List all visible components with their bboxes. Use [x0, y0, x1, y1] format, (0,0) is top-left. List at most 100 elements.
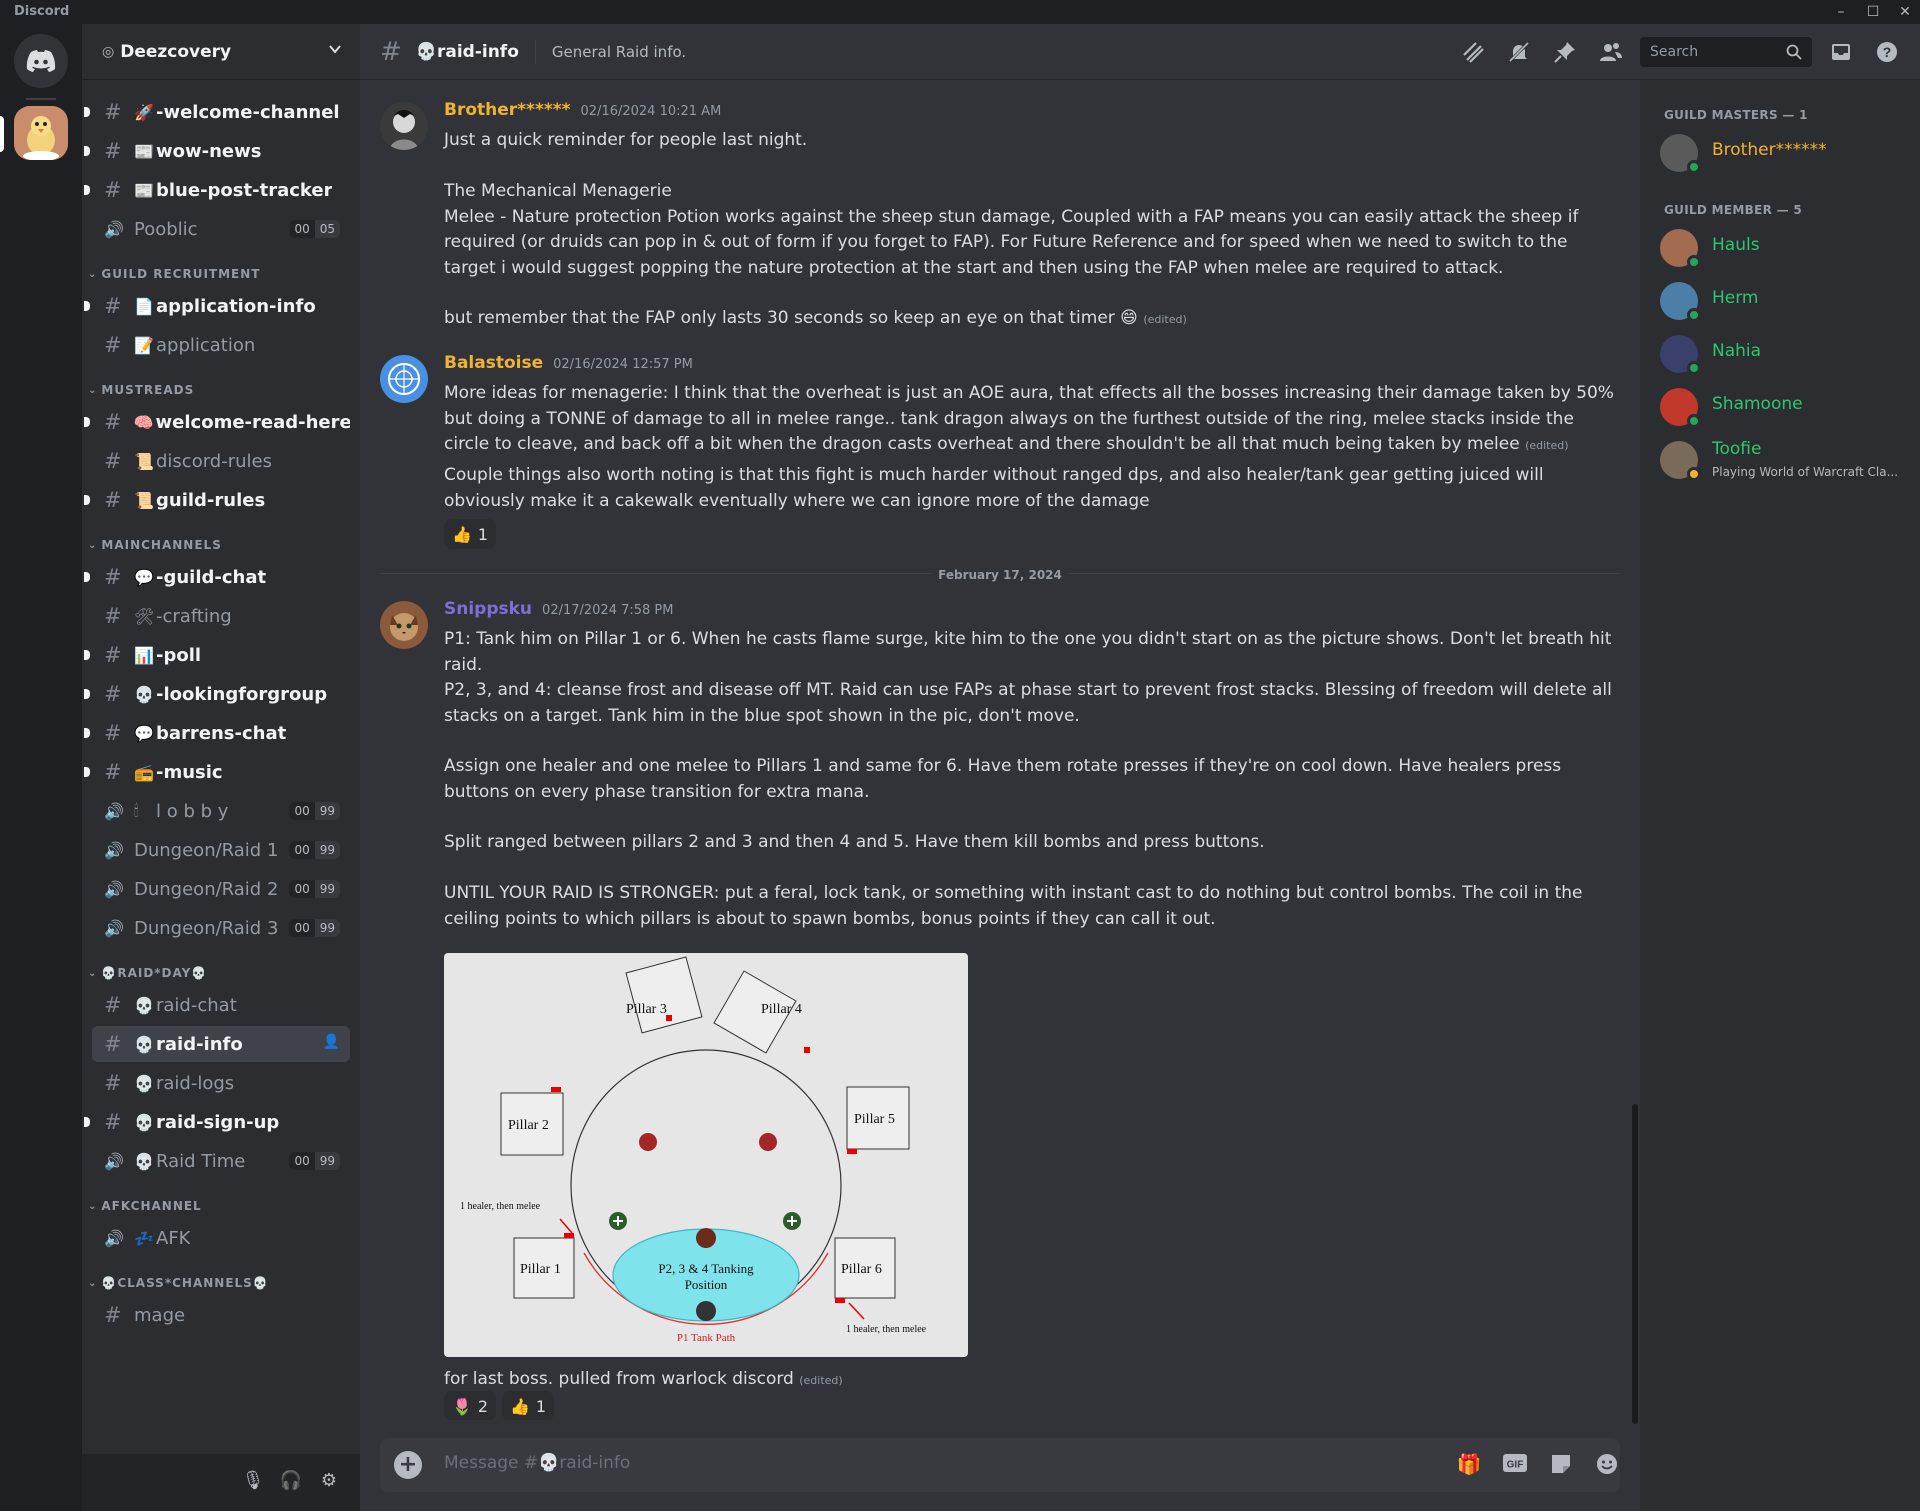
- member-item[interactable]: Toofie Playing World of Warcraft Cla...: [1660, 435, 1910, 483]
- add-attachment-icon[interactable]: +: [394, 1451, 422, 1479]
- member-name: Brother******: [1712, 140, 1827, 160]
- channel-item[interactable]: # 💬 barrens-chat: [84, 715, 350, 751]
- pinned-messages-icon[interactable]: [1542, 36, 1588, 68]
- channel-name: -guild-chat: [156, 566, 267, 588]
- message-author[interactable]: Snippsku: [444, 599, 532, 619]
- reaction-tulip[interactable]: 🌷 2: [444, 1391, 497, 1420]
- user-avatar[interactable]: [380, 601, 428, 649]
- channel-topic[interactable]: General Raid info.: [552, 43, 686, 61]
- channel-emoji: 💀: [134, 684, 154, 704]
- message-item[interactable]: Balastoise 02/16/2024 12:57 PM More idea…: [380, 353, 1620, 553]
- channel-item[interactable]: # 🧠 welcome-read-here: [84, 404, 350, 440]
- channel-item[interactable]: # 💀 raid-logs: [92, 1065, 350, 1101]
- gif-icon[interactable]: GIF: [1498, 1452, 1532, 1478]
- inbox-icon[interactable]: [1818, 36, 1864, 68]
- search-placeholder: Search: [1650, 44, 1699, 60]
- channel-item[interactable]: 🔊 Dungeon/Raid 2 00 99: [92, 871, 350, 907]
- gift-icon[interactable]: 🎁: [1452, 1452, 1486, 1478]
- message-input-placeholder[interactable]: Message #💀raid-info: [444, 1453, 630, 1473]
- server-icon-deezcovery[interactable]: [14, 106, 68, 160]
- channel-item[interactable]: # 📊 -poll: [84, 637, 350, 673]
- pillar-2-label: Pillar 2: [508, 1118, 549, 1133]
- voice-user-count: 00 99: [289, 880, 340, 898]
- channel-item[interactable]: # 💀 raid-chat: [92, 987, 350, 1023]
- channel-item[interactable]: # 💬 -guild-chat: [84, 559, 350, 595]
- image-attachment[interactable]: Pillar 3 Pillar 4 Pillar 2 Pillar 5 Pill…: [444, 953, 968, 1357]
- channel-item[interactable]: # 📰 wow-news: [84, 133, 350, 169]
- close-window-button[interactable]: ✕: [1890, 1, 1920, 23]
- channel-item[interactable]: 🔊 💤 AFK: [92, 1220, 350, 1256]
- channel-category[interactable]: ⌄ MAINCHANNELS: [88, 535, 222, 555]
- search-input[interactable]: Search: [1640, 37, 1812, 67]
- channel-category[interactable]: ⌄ 💀RAID*DAY💀: [88, 963, 207, 983]
- member-name: Toofie: [1712, 439, 1762, 459]
- text-channel-hash-icon: #: [104, 1110, 122, 1134]
- reaction-thumbs-up[interactable]: 👍 1: [444, 519, 497, 549]
- channel-category[interactable]: ⌄ GUILD RECRUITMENT: [88, 264, 260, 284]
- message-author[interactable]: Brother******: [444, 100, 571, 120]
- settings-gear-icon[interactable]: ⚙: [314, 1470, 344, 1496]
- member-item[interactable]: Herm: [1660, 276, 1910, 324]
- member-item[interactable]: Hauls: [1660, 223, 1910, 271]
- message-composer[interactable]: + Message #💀raid-info 🎁 GIF: [380, 1438, 1620, 1492]
- channel-category[interactable]: ⌄ 💀CLASS*CHANNELS💀: [88, 1273, 269, 1293]
- home-button[interactable]: [14, 34, 68, 88]
- channel-item[interactable]: # 💀 -lookingforgroup: [84, 676, 350, 712]
- channel-item[interactable]: # 🚀 -welcome-channel: [84, 94, 350, 130]
- emoji-picker-icon[interactable]: [1590, 1452, 1624, 1478]
- channel-item[interactable]: # 📜 guild-rules: [84, 482, 350, 518]
- member-item[interactable]: Shamoone: [1660, 382, 1910, 430]
- channel-item[interactable]: # 💀 raid-sign-up: [84, 1104, 350, 1140]
- threads-icon[interactable]: [1450, 36, 1496, 68]
- chevron-down-icon: [329, 45, 341, 54]
- channel-item[interactable]: # 📜 discord-rules: [92, 443, 350, 479]
- member-item[interactable]: Brother******: [1660, 128, 1910, 176]
- user-avatar[interactable]: [380, 102, 428, 150]
- maximize-button[interactable]: ☐: [1858, 1, 1888, 23]
- invite-user-icon[interactable]: 👤: [323, 1034, 340, 1050]
- reaction-thumbs-up[interactable]: 👍 1: [502, 1391, 555, 1420]
- channel-name: raid-info: [156, 1033, 243, 1055]
- channel-item[interactable]: # 🛠 -crafting: [92, 598, 350, 634]
- message-text: Split ranged between pillars 2 and 3 and…: [444, 832, 1265, 852]
- text-channel-hash-icon: #: [104, 643, 122, 667]
- channel-item[interactable]: # 📰 blue-post-tracker: [84, 172, 350, 208]
- minimize-button[interactable]: –: [1826, 1, 1856, 23]
- chevron-down-icon: ⌄: [88, 539, 98, 551]
- message-item[interactable]: Brother****** 02/16/2024 10:21 AM Just a…: [380, 100, 1620, 350]
- user-avatar[interactable]: [380, 355, 428, 403]
- channel-name: guild-rules: [156, 489, 266, 511]
- channel-item[interactable]: 🔊 Dungeon/Raid 1 00 99: [92, 832, 350, 868]
- channel-item[interactable]: 🔊 💀 Raid Time 00 99: [92, 1143, 350, 1179]
- help-icon[interactable]: ?: [1864, 36, 1910, 68]
- channel-item[interactable]: # mage: [92, 1297, 350, 1333]
- channel-category[interactable]: ⌄ AFKCHANNEL: [88, 1196, 202, 1216]
- server-header[interactable]: ◎ Deezcovery: [82, 24, 360, 80]
- message-item[interactable]: Snippsku 02/17/2024 7:58 PM P1: Tank him…: [380, 599, 1620, 1420]
- channel-emoji: 🚀: [134, 102, 154, 122]
- channel-item[interactable]: # 💀 raid-info 👤: [92, 1026, 350, 1062]
- message-author[interactable]: Balastoise: [444, 353, 543, 373]
- channel-category[interactable]: ⌄ MUSTREADS: [88, 380, 194, 400]
- channel-item[interactable]: 🔊 Pooblic 00 05: [92, 211, 350, 247]
- channel-name: Dungeon/Raid 2: [134, 878, 279, 900]
- channel-item[interactable]: # 📄 application-info: [84, 288, 350, 324]
- channel-item[interactable]: # 📝 application: [92, 327, 350, 363]
- chevron-down-icon: ⌄: [88, 1200, 98, 1212]
- member-list-icon[interactable]: [1588, 36, 1634, 68]
- channel-item[interactable]: 🔊 Dungeon/Raid 3 00 99: [92, 910, 350, 946]
- channel-name: welcome-read-here: [155, 411, 350, 433]
- message-scrollbar[interactable]: [1632, 1104, 1638, 1424]
- headphones-icon[interactable]: 🎧: [276, 1470, 306, 1496]
- microphone-icon[interactable]: 🎙: [238, 1470, 268, 1496]
- channel-item[interactable]: 🔊 🕯 l o b b y 00 99: [92, 793, 350, 829]
- channel-name: -welcome-channel: [156, 101, 340, 123]
- date-divider-label: February 17, 2024: [932, 568, 1068, 582]
- channel-item[interactable]: # 📻 -music: [84, 754, 350, 790]
- notification-bell-muted-icon[interactable]: [1496, 36, 1542, 68]
- member-item[interactable]: Nahia: [1660, 329, 1910, 377]
- text-channel-hash-icon: #: [104, 565, 122, 589]
- channel-emoji: 💀: [134, 1034, 154, 1054]
- sticker-icon[interactable]: [1544, 1452, 1578, 1478]
- message-text: P1: Tank him on Pillar 1 or 6. When he c…: [444, 629, 1617, 675]
